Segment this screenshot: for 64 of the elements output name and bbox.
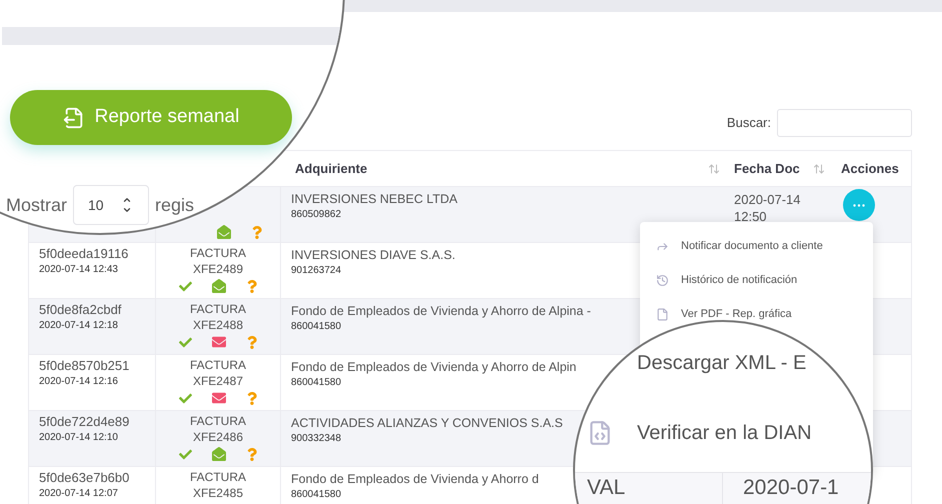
check-icon: [178, 280, 192, 292]
buyer-id: 860041580: [291, 376, 342, 390]
menu-item[interactable]: Histórico de notificación: [681, 270, 798, 290]
question-icon: [251, 226, 263, 238]
file-export-icon: [62, 106, 85, 130]
pdf-file-icon: [656, 308, 669, 320]
buyer-name: Fondo de Empleados de Vivienda y Ahorro d: [291, 471, 539, 487]
check-icon: [178, 336, 192, 348]
buyer-name: INVERSIONES DIAVE S.A.S.: [291, 247, 456, 263]
document-date: 2020-07-14: [734, 191, 800, 208]
document-id: 5f0de63e7b6b0: [39, 469, 130, 487]
document-type: FACTURA: [190, 469, 246, 485]
document-number: XFE2485: [192, 485, 244, 501]
search-field[interactable]: [777, 109, 912, 137]
document-id: 5f0deeda19116: [39, 245, 128, 263]
document-id: 5f0de8570b251: [39, 357, 130, 375]
document-id: 5f0de8fa2cbdf: [39, 301, 122, 319]
actions-button[interactable]: [843, 189, 875, 221]
document-type: FACTURA: [190, 357, 246, 373]
show-label: Mostrar: [6, 194, 68, 216]
column-header[interactable]: Fecha Doc: [726, 156, 833, 186]
question-icon: [246, 280, 258, 292]
check-icon: [178, 392, 192, 404]
buyer-id: 860509862: [291, 208, 342, 222]
question-icon: [246, 336, 258, 348]
buyer-name: Fondo de Empleados de Vivienda y Ahorro de Alpin: [291, 359, 576, 375]
created-date: 2020-07-14 12:16: [39, 375, 118, 389]
table-cell: 2020-07-1: [743, 476, 839, 499]
buyer-id: 860041580: [291, 488, 342, 502]
created-date: 2020-07-14 12:43: [39, 263, 118, 277]
buyer-id: 901263724: [291, 264, 342, 278]
document-number: XFE2486: [192, 429, 244, 445]
menu-item[interactable]: Ver PDF - Rep. gráfica: [681, 304, 792, 324]
document-time: 12:50: [734, 208, 767, 225]
document-number: XFE2487: [192, 373, 244, 389]
buyer-id: 900332348: [291, 432, 342, 446]
created-date: 2020-07-14 12:18: [39, 319, 118, 333]
question-icon: [246, 448, 258, 460]
records-label: regis: [155, 194, 194, 217]
document-id: 5f0de722d4e89: [39, 413, 130, 431]
buyer-name: ACTIVIDADES ALIANZAS Y CONVENIOS S.A.S: [291, 415, 563, 431]
question-icon: [246, 392, 258, 404]
history-icon: [656, 274, 669, 286]
menu-item[interactable]: Notificar documento a cliente: [681, 236, 823, 256]
buyer-name: INVERSIONES NEBEC LTDA: [291, 191, 458, 207]
dots-icon: [853, 204, 865, 206]
document-type: FACTURA: [190, 301, 246, 317]
document-type: FACTURA: [190, 245, 246, 261]
menu-item[interactable]: Descargar XML - E: [637, 348, 806, 378]
document-number: XFE2488: [192, 317, 244, 333]
sort-icon[interactable]: [708, 163, 720, 175]
column-header[interactable]: Acciones: [833, 156, 913, 186]
document-number: XFE2489: [192, 261, 244, 277]
page-size-select[interactable]: 10: [73, 185, 150, 225]
sort-icon[interactable]: [813, 163, 825, 175]
menu-item[interactable]: Verificar en la DIAN: [637, 418, 812, 448]
check-icon: [178, 448, 192, 460]
search-label: Buscar:: [726, 114, 771, 132]
buyer-id: 860041580: [291, 320, 342, 334]
document-type: FACTURA: [190, 413, 246, 429]
buyer-name: Fondo de Empleados de Vivienda y Ahorro de Alpina -: [291, 303, 591, 319]
created-date: 2020-07-14 12:07: [39, 487, 118, 501]
created-date: 2020-07-14 12:10: [39, 431, 118, 445]
table-cell: VAL: [587, 476, 626, 499]
